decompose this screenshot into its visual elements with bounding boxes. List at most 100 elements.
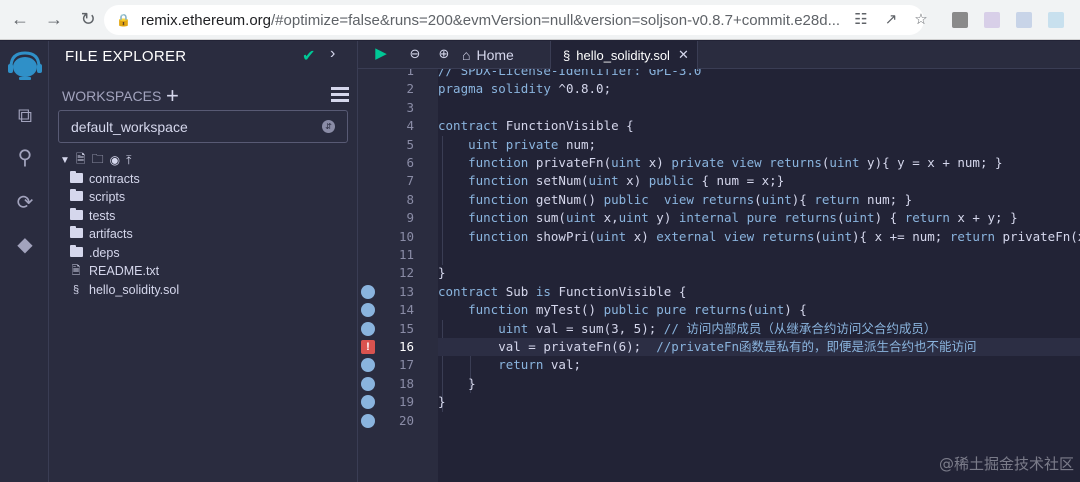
breakpoint-marker[interactable] xyxy=(361,414,375,428)
tree-item-label: README.txt xyxy=(89,264,160,278)
line-number: 8 xyxy=(406,192,414,207)
hamburger-menu-icon[interactable] xyxy=(331,87,349,103)
line-number: 1 xyxy=(406,69,414,78)
code-line: // SPDX-License-Identifier: GPL-3.0 xyxy=(438,69,702,78)
tab-home-label: Home xyxy=(476,47,514,63)
tree-item-label: contracts xyxy=(89,172,140,186)
tree-item-scripts[interactable]: scripts xyxy=(69,188,125,206)
code-line: return val; xyxy=(498,357,582,372)
remix-logo-icon[interactable] xyxy=(5,47,45,83)
line-number: 9 xyxy=(406,210,414,225)
tree-item-label: .deps xyxy=(89,246,120,260)
breakpoint-marker[interactable] xyxy=(361,322,375,336)
workspaces-label: WORKSPACES xyxy=(62,88,162,104)
file-explorer-icon[interactable]: ⧉ xyxy=(12,103,38,129)
tree-item-label: scripts xyxy=(89,190,126,204)
file-icon: 🗎 xyxy=(71,264,81,277)
caret-down-icon[interactable]: ▼ xyxy=(60,155,70,166)
code-area[interactable]: // SPDX-License-Identifier: GPL-3.0 prag… xyxy=(438,69,1080,482)
folder-icon xyxy=(69,188,83,201)
editor-tab-bar: ▶ ⊖ ⊕ ⌂ Home § hello_solidity.sol ✕ xyxy=(358,41,1080,69)
code-line: pragma solidity ^0.8.0; xyxy=(438,81,612,96)
code-line: uint val = sum(3, 5); // 访问内部成员（从继承合约访问父… xyxy=(498,321,937,336)
extension-icon[interactable] xyxy=(1016,12,1032,28)
file-toolbar: ▼ 🗎 🗀 ◉ ⤒ xyxy=(60,152,131,168)
lock-icon: 🔒 xyxy=(116,13,131,27)
workspace-select[interactable]: default_workspace ⇵ xyxy=(58,110,348,143)
tab-home[interactable]: ⌂ Home xyxy=(462,41,514,69)
editor-gutter: 1 2 3 4 5 6 7 8 9 10 11 12 13 14 15 16 1… xyxy=(358,69,438,482)
zoom-out-icon[interactable]: ⊖ xyxy=(406,45,424,63)
zoom-in-icon[interactable]: ⊕ xyxy=(435,45,453,63)
file-explorer-panel: FILE EXPLORER ✔ › WORKSPACES + default_w… xyxy=(49,41,358,482)
code-line: contract FunctionVisible { xyxy=(438,118,634,133)
breakpoint-marker[interactable] xyxy=(361,285,375,299)
code-line: uint private num; xyxy=(468,137,597,152)
tree-item-label: artifacts xyxy=(89,227,133,241)
select-arrows-icon: ⇵ xyxy=(322,120,335,133)
folder-icon xyxy=(69,244,83,257)
close-tab-icon[interactable]: ✕ xyxy=(678,47,689,63)
check-icon: ✔ xyxy=(302,48,316,65)
new-folder-icon[interactable]: 🗀 xyxy=(92,150,104,171)
url-path: /#optimize=false&runs=200&evmVersion=nul… xyxy=(271,11,841,29)
add-workspace-icon[interactable]: + xyxy=(166,83,179,109)
line-number: 11 xyxy=(398,247,414,262)
code-line: function privateFn(uint x) private view … xyxy=(468,155,1003,170)
breakpoint-marker[interactable] xyxy=(361,377,375,391)
deploy-run-icon[interactable]: ◆ xyxy=(12,232,38,258)
tree-item-tests[interactable]: tests xyxy=(69,207,115,225)
run-play-icon[interactable]: ▶ xyxy=(372,45,390,63)
browser-toolbar: ← → ↻ 🔒 remix.ethereum.org/#optimize=fal… xyxy=(0,0,1080,40)
new-file-icon[interactable]: 🗎 xyxy=(76,150,86,171)
line-number: 10 xyxy=(398,229,414,244)
extension-icon[interactable] xyxy=(952,12,968,28)
folder-icon xyxy=(69,207,83,220)
url-host: remix.ethereum.org xyxy=(140,11,272,29)
share-icon[interactable]: ↗ xyxy=(881,10,901,30)
code-line: function getNum() public view returns(ui… xyxy=(468,192,913,207)
line-number: 3 xyxy=(406,100,414,115)
chevron-right-icon[interactable]: › xyxy=(330,45,335,63)
tab-hello-solidity[interactable]: § hello_solidity.sol ✕ xyxy=(550,41,698,69)
code-editor[interactable]: 1 2 3 4 5 6 7 8 9 10 11 12 13 14 15 16 1… xyxy=(358,69,1080,482)
error-marker-icon[interactable]: ! xyxy=(361,340,375,354)
panel-title: FILE EXPLORER xyxy=(65,48,187,65)
reload-icon[interactable]: ↻ xyxy=(74,6,102,34)
code-line-current: val = privateFn(6); //privateFn函数是私有的，即便… xyxy=(438,338,1080,357)
search-icon[interactable]: ⚲ xyxy=(12,145,38,171)
tree-item-label: tests xyxy=(89,209,116,223)
watermark: @稀土掘金技术社区 xyxy=(938,455,1074,473)
code-line: } xyxy=(438,394,446,409)
extension-icon[interactable] xyxy=(984,12,1000,28)
forward-icon[interactable]: → xyxy=(40,6,68,34)
breakpoint-marker[interactable] xyxy=(361,358,375,372)
tree-item-deps[interactable]: .deps xyxy=(69,244,120,262)
tab-file-label: hello_solidity.sol xyxy=(576,47,670,63)
tree-item-contracts[interactable]: contracts xyxy=(69,170,140,188)
line-number: 12 xyxy=(398,265,414,280)
line-number: 2 xyxy=(406,81,414,96)
code-line: function showPri(uint x) external view r… xyxy=(468,229,1080,244)
code-line: function sum(uint x,uint y) internal pur… xyxy=(468,210,1018,225)
home-icon: ⌂ xyxy=(462,47,471,63)
github-icon[interactable]: ◉ xyxy=(110,153,120,167)
line-number: 7 xyxy=(406,173,414,188)
line-number: 4 xyxy=(406,118,414,133)
back-icon[interactable]: ← xyxy=(6,6,34,34)
tree-item-artifacts[interactable]: artifacts xyxy=(69,225,133,243)
tree-item-hello-solidity[interactable]: § hello_solidity.sol xyxy=(69,281,179,299)
solidity-file-icon: § xyxy=(563,47,571,63)
breakpoint-marker[interactable] xyxy=(361,395,375,409)
star-icon[interactable]: ☆ xyxy=(911,10,931,30)
line-number: 6 xyxy=(406,155,414,170)
address-bar[interactable]: 🔒 remix.ethereum.org/#optimize=false&run… xyxy=(104,5,924,35)
translate-icon[interactable]: ☷ xyxy=(851,10,871,30)
tree-item-readme[interactable]: 🗎 README.txt xyxy=(69,262,160,280)
breakpoint-marker[interactable] xyxy=(361,303,375,317)
extension-icon[interactable] xyxy=(1048,12,1064,28)
solidity-file-icon: § xyxy=(72,284,80,296)
upload-icon[interactable]: ⤒ xyxy=(126,153,131,168)
solidity-compiler-icon[interactable]: ⟳ xyxy=(12,190,38,216)
code-line: contract Sub is FunctionVisible { xyxy=(438,284,687,299)
